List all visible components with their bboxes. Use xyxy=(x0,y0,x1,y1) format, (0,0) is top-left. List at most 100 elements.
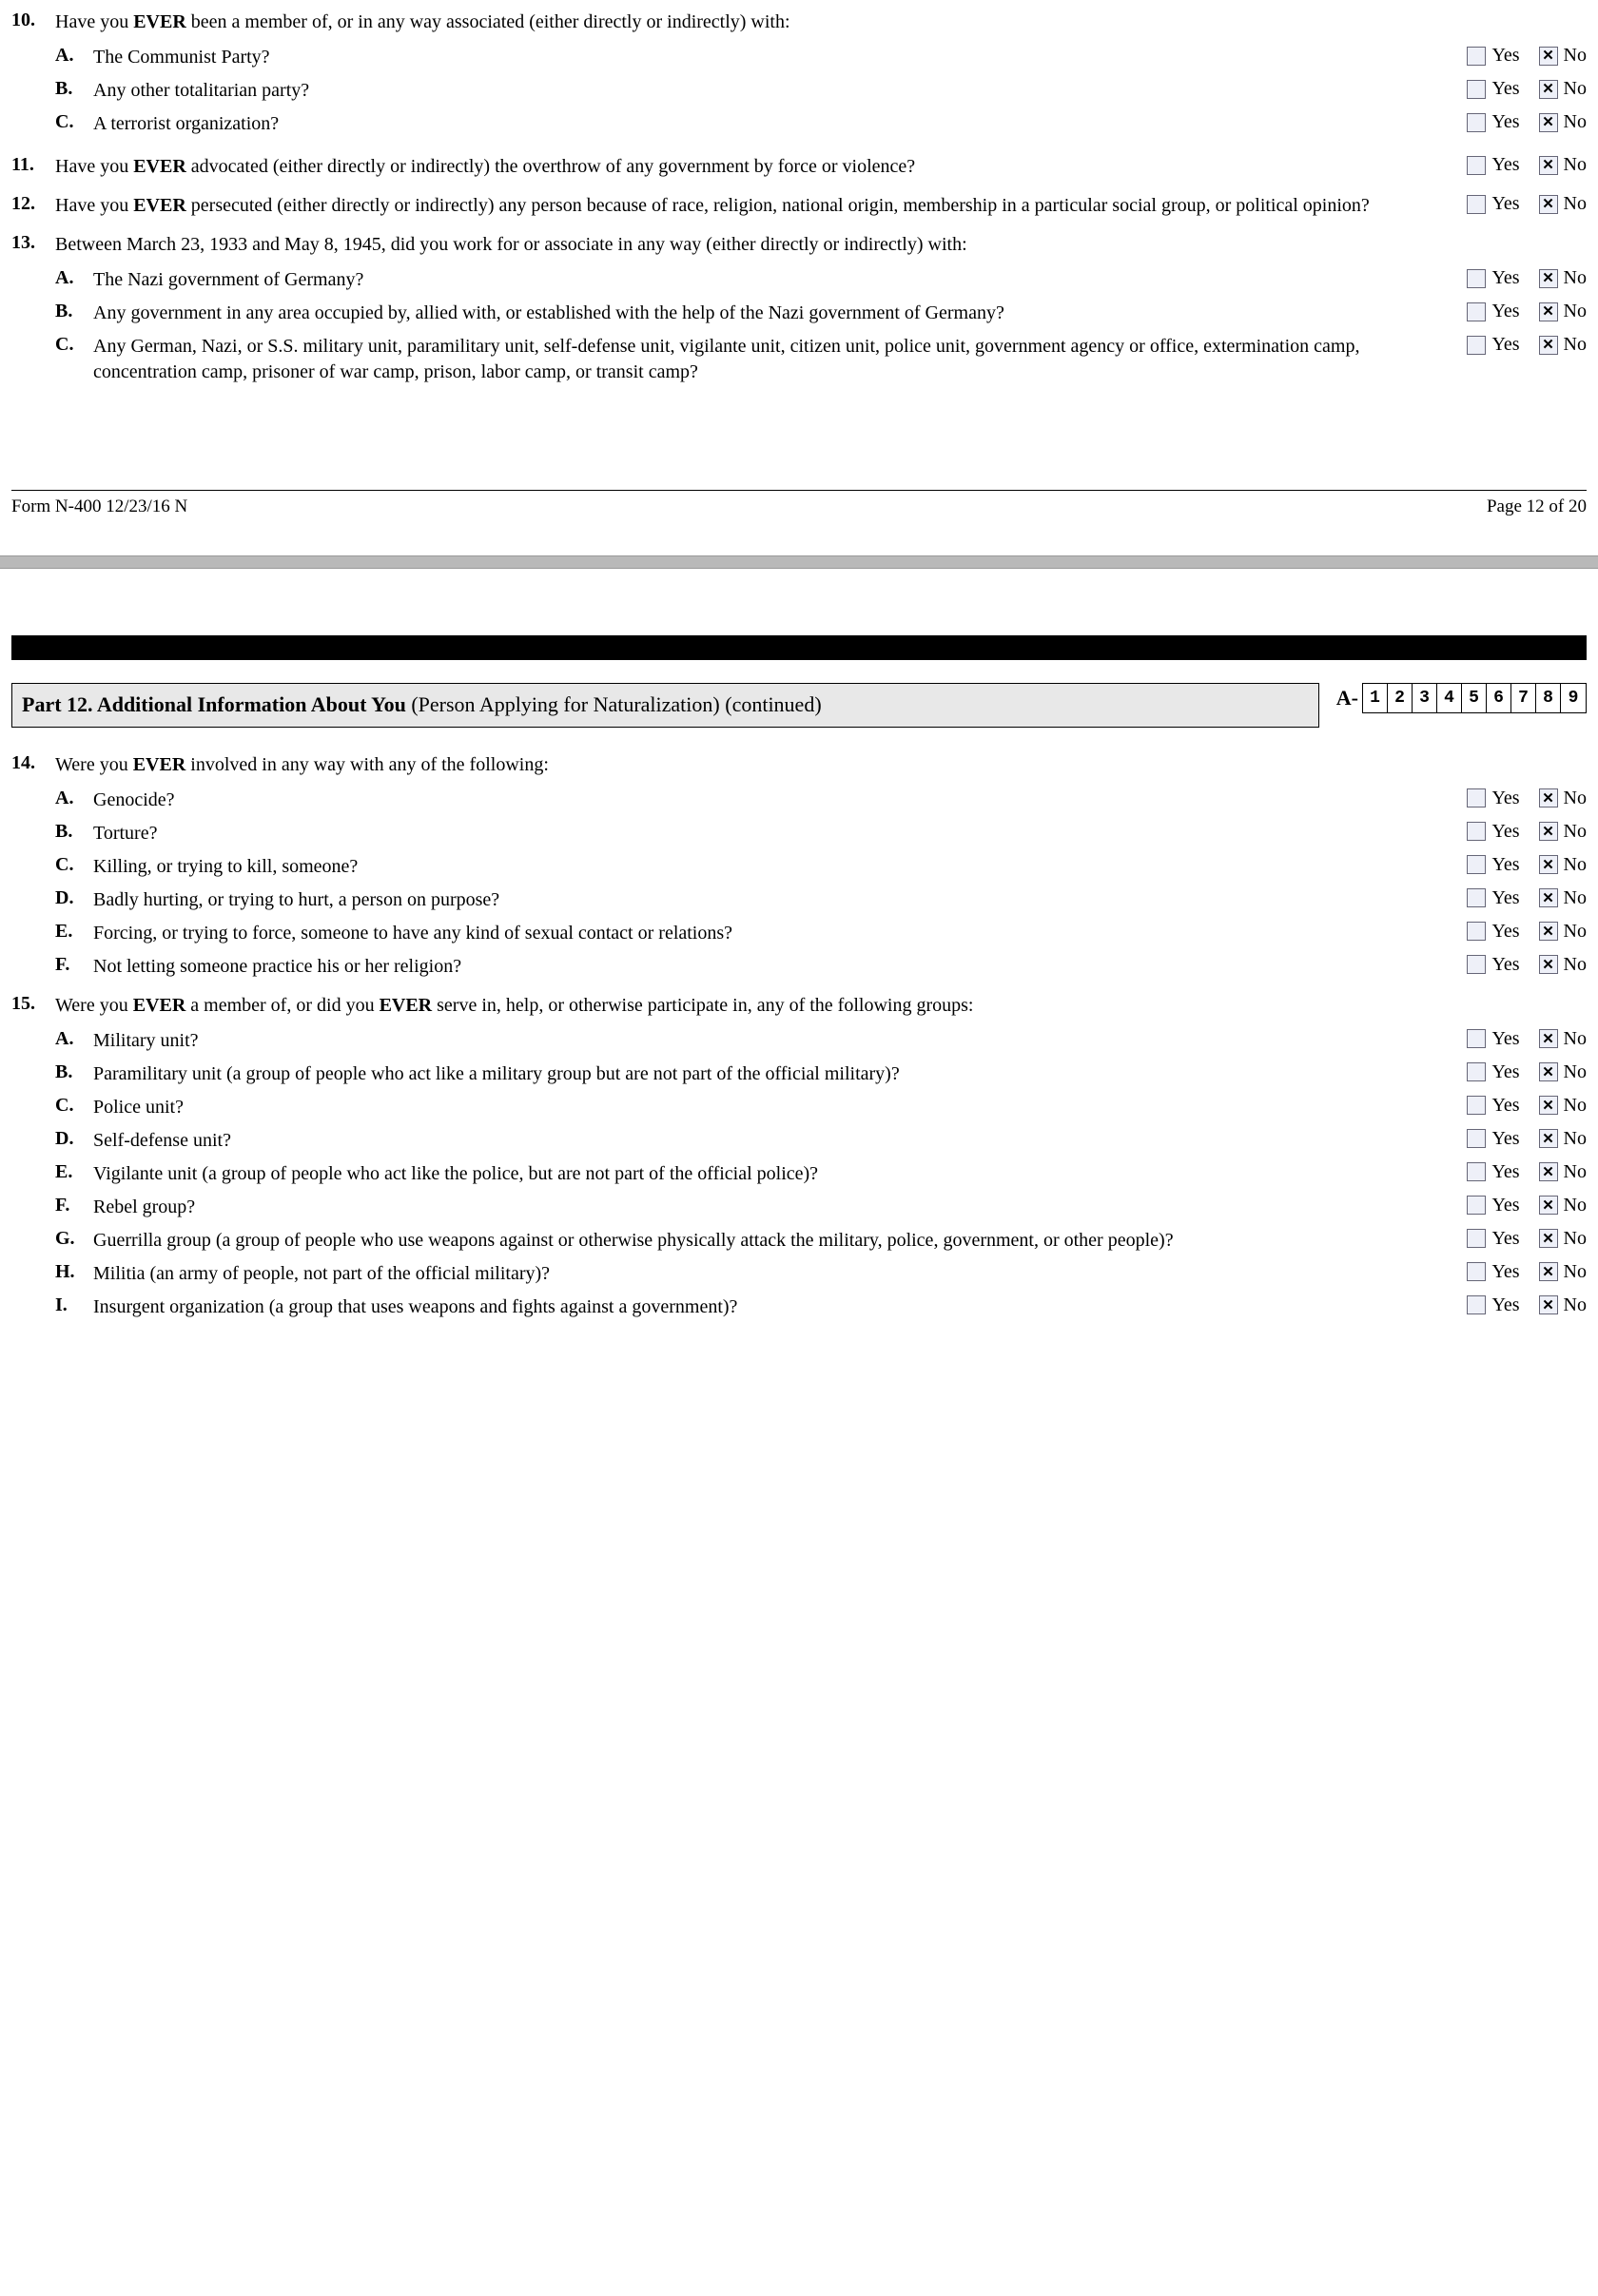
answer-group: YesNo xyxy=(1406,1095,1587,1117)
answer-group: YesNo xyxy=(1406,1195,1587,1216)
answer-group: YesNo xyxy=(1406,887,1587,909)
answer-group: Yes No xyxy=(1406,45,1587,67)
a-number: A- 1 2 3 4 5 6 7 8 9 xyxy=(1336,683,1587,713)
answer-group: YesNo xyxy=(1406,954,1587,976)
checkbox-no[interactable] xyxy=(1539,336,1558,355)
part-12-header: Part 12. Additional Information About Yo… xyxy=(11,683,1319,728)
answer-group: YesNo xyxy=(1406,1261,1587,1283)
question-text: Have you EVER persecuted (either directl… xyxy=(55,193,1406,219)
answer-group: Yes No xyxy=(1406,78,1587,100)
checkbox-no[interactable] xyxy=(1539,1262,1558,1281)
question-13: 13. Between March 23, 1933 and May 8, 19… xyxy=(11,232,1587,258)
checkbox-no[interactable] xyxy=(1539,302,1558,321)
question-text: Have you EVER been a member of, or in an… xyxy=(55,10,1587,35)
checkbox-no[interactable] xyxy=(1539,47,1558,66)
q14-sub-a: A.Genocide?YesNo xyxy=(55,788,1587,813)
q14-sub-d: D.Badly hurting, or trying to hurt, a pe… xyxy=(55,887,1587,913)
checkbox-no[interactable] xyxy=(1539,1162,1558,1181)
answer-group: Yes No xyxy=(1406,193,1587,215)
q14-sub-f: F.Not letting someone practice his or he… xyxy=(55,954,1587,980)
question-text: Between March 23, 1933 and May 8, 1945, … xyxy=(55,232,1587,258)
answer-group: Yes No xyxy=(1406,301,1587,322)
checkbox-yes[interactable] xyxy=(1467,1129,1486,1148)
checkbox-no[interactable] xyxy=(1539,80,1558,99)
checkbox-yes[interactable] xyxy=(1467,156,1486,175)
checkbox-yes[interactable] xyxy=(1467,855,1486,874)
checkbox-yes[interactable] xyxy=(1467,269,1486,288)
answer-group: Yes No xyxy=(1406,334,1587,356)
checkbox-yes[interactable] xyxy=(1467,1295,1486,1314)
checkbox-no[interactable] xyxy=(1539,1129,1558,1148)
checkbox-no[interactable] xyxy=(1539,822,1558,841)
q10-sub-a: A. The Communist Party? Yes No xyxy=(55,45,1587,70)
checkbox-yes[interactable] xyxy=(1467,788,1486,807)
answer-group: YesNo xyxy=(1406,854,1587,876)
q15-sub-h: H.Militia (an army of people, not part o… xyxy=(55,1261,1587,1287)
q15-sub-g: G.Guerrilla group (a group of people who… xyxy=(55,1228,1587,1254)
checkbox-yes[interactable] xyxy=(1467,47,1486,66)
q10-sub-c: C. A terrorist organization? Yes No xyxy=(55,111,1587,137)
answer-group: Yes No xyxy=(1406,111,1587,133)
answer-group: YesNo xyxy=(1406,921,1587,943)
part-12-header-row: Part 12. Additional Information About Yo… xyxy=(11,683,1587,728)
checkbox-yes[interactable] xyxy=(1467,195,1486,214)
q13-sub-a: A. The Nazi government of Germany? Yes N… xyxy=(55,267,1587,293)
checkbox-no[interactable] xyxy=(1539,1062,1558,1081)
checkbox-yes[interactable] xyxy=(1467,1062,1486,1081)
checkbox-yes[interactable] xyxy=(1467,1162,1486,1181)
q15-sub-f: F.Rebel group?YesNo xyxy=(55,1195,1587,1220)
checkbox-no[interactable] xyxy=(1539,1229,1558,1248)
checkbox-yes[interactable] xyxy=(1467,888,1486,907)
question-12: 12. Have you EVER persecuted (either dir… xyxy=(11,193,1587,219)
q14-sub-b: B.Torture?YesNo xyxy=(55,821,1587,846)
checkbox-no[interactable] xyxy=(1539,1029,1558,1048)
checkbox-yes[interactable] xyxy=(1467,922,1486,941)
a-number-boxes[interactable]: 1 2 3 4 5 6 7 8 9 xyxy=(1362,683,1587,713)
checkbox-yes[interactable] xyxy=(1467,80,1486,99)
checkbox-yes[interactable] xyxy=(1467,1029,1486,1048)
question-15: 15. Were you EVER a member of, or did yo… xyxy=(11,993,1587,1019)
question-number: 10. xyxy=(11,10,55,31)
answer-group: YesNo xyxy=(1406,1061,1587,1083)
answer-group: YesNo xyxy=(1406,788,1587,809)
answer-group: Yes No xyxy=(1406,154,1587,176)
checkbox-no[interactable] xyxy=(1539,1295,1558,1314)
question-10: 10. Have you EVER been a member of, or i… xyxy=(11,10,1587,35)
checkbox-yes[interactable] xyxy=(1467,1196,1486,1215)
checkbox-yes[interactable] xyxy=(1467,1262,1486,1281)
checkbox-no[interactable] xyxy=(1539,1096,1558,1115)
checkbox-no[interactable] xyxy=(1539,195,1558,214)
question-number: 11. xyxy=(11,154,55,176)
question-text: Have you EVER advocated (either directly… xyxy=(55,154,1406,180)
checkbox-no[interactable] xyxy=(1539,888,1558,907)
checkbox-no[interactable] xyxy=(1539,788,1558,807)
q14-sub-c: C.Killing, or trying to kill, someone?Ye… xyxy=(55,854,1587,880)
q15-sub-b: B.Paramilitary unit (a group of people w… xyxy=(55,1061,1587,1087)
checkbox-no[interactable] xyxy=(1539,922,1558,941)
checkbox-no[interactable] xyxy=(1539,855,1558,874)
checkbox-no[interactable] xyxy=(1539,955,1558,974)
checkbox-no[interactable] xyxy=(1539,156,1558,175)
q10-sub-b: B. Any other totalitarian party? Yes No xyxy=(55,78,1587,104)
checkbox-yes[interactable] xyxy=(1467,113,1486,132)
answer-group: YesNo xyxy=(1406,1128,1587,1150)
checkbox-no[interactable] xyxy=(1539,113,1558,132)
section-bar xyxy=(11,635,1587,660)
checkbox-yes[interactable] xyxy=(1467,302,1486,321)
checkbox-yes[interactable] xyxy=(1467,336,1486,355)
checkbox-yes[interactable] xyxy=(1467,1229,1486,1248)
question-number: 12. xyxy=(11,193,55,215)
q13-sub-b: B. Any government in any area occupied b… xyxy=(55,301,1587,326)
checkbox-yes[interactable] xyxy=(1467,955,1486,974)
q15-sub-a: A.Military unit?YesNo xyxy=(55,1028,1587,1054)
page-footer: Form N-400 12/23/16 N Page 12 of 20 xyxy=(11,490,1587,517)
answer-group: YesNo xyxy=(1406,1294,1587,1316)
checkbox-no[interactable] xyxy=(1539,1196,1558,1215)
checkbox-no[interactable] xyxy=(1539,269,1558,288)
question-text: Were you EVER involved in any way with a… xyxy=(55,752,1587,778)
checkbox-yes[interactable] xyxy=(1467,822,1486,841)
page-number: Page 12 of 20 xyxy=(1487,496,1587,517)
answer-group: YesNo xyxy=(1406,1028,1587,1050)
checkbox-yes[interactable] xyxy=(1467,1096,1486,1115)
answer-group: Yes No xyxy=(1406,267,1587,289)
